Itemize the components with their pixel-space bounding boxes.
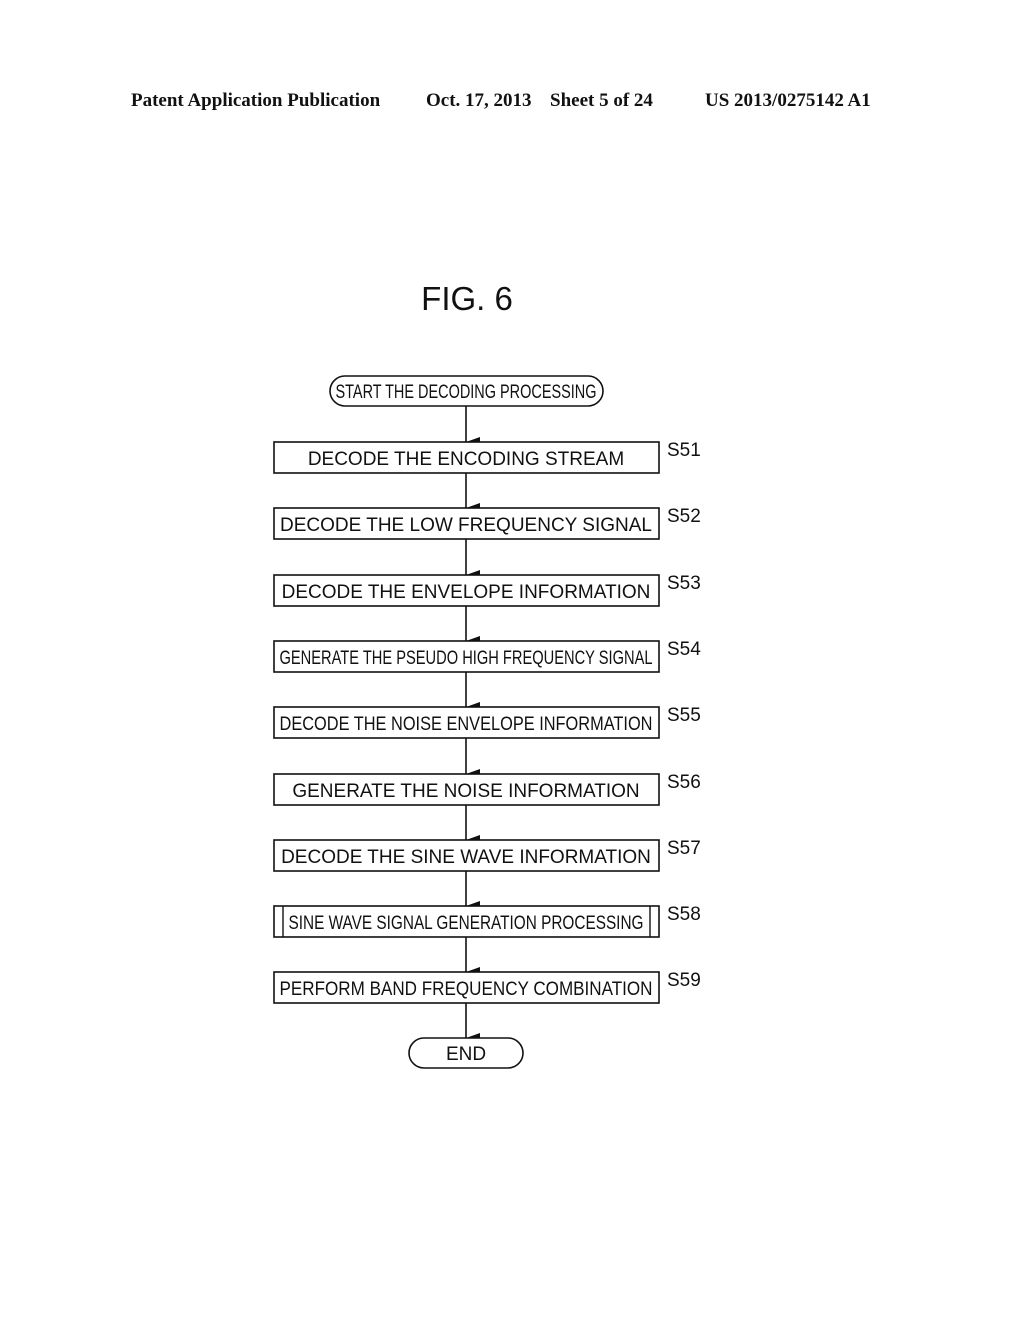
step-label-s53: S53	[667, 573, 701, 594]
end-terminal-label: END	[446, 1044, 486, 1065]
step-text-s59: PERFORM BAND FREQUENCY COMBINATION	[280, 979, 653, 1000]
step-label-s57: S57	[667, 838, 701, 859]
step-text-s58: SINE WAVE SIGNAL GENERATION PROCESSING	[289, 913, 644, 934]
flowchart: START THE DECODING PROCESSING DECODE THE …	[273, 375, 701, 1069]
step-text-s52: DECODE THE LOW FREQUENCY SIGNAL	[280, 515, 652, 536]
start-terminal-label: START THE DECODING PROCESSING	[336, 382, 597, 403]
step-label-s58: S58	[667, 904, 701, 925]
step-label-s52: S52	[667, 506, 701, 527]
step-text-s54: GENERATE THE PSEUDO HIGH FREQUENCY SIGNA…	[280, 648, 653, 669]
step-label-s54: S54	[667, 639, 701, 660]
step-label-s56: S56	[667, 772, 701, 793]
step-text-s53: DECODE THE ENVELOPE INFORMATION	[282, 582, 651, 603]
step-text-s55: DECODE THE NOISE ENVELOPE INFORMATION	[280, 714, 653, 735]
step-text-s57: DECODE THE SINE WAVE INFORMATION	[281, 847, 651, 868]
step-label-s59: S59	[667, 970, 701, 991]
step-label-s51: S51	[667, 440, 701, 461]
step-text-s56: GENERATE THE NOISE INFORMATION	[292, 781, 639, 802]
step-label-s55: S55	[667, 705, 701, 726]
step-text-s51: DECODE THE ENCODING STREAM	[308, 449, 624, 470]
